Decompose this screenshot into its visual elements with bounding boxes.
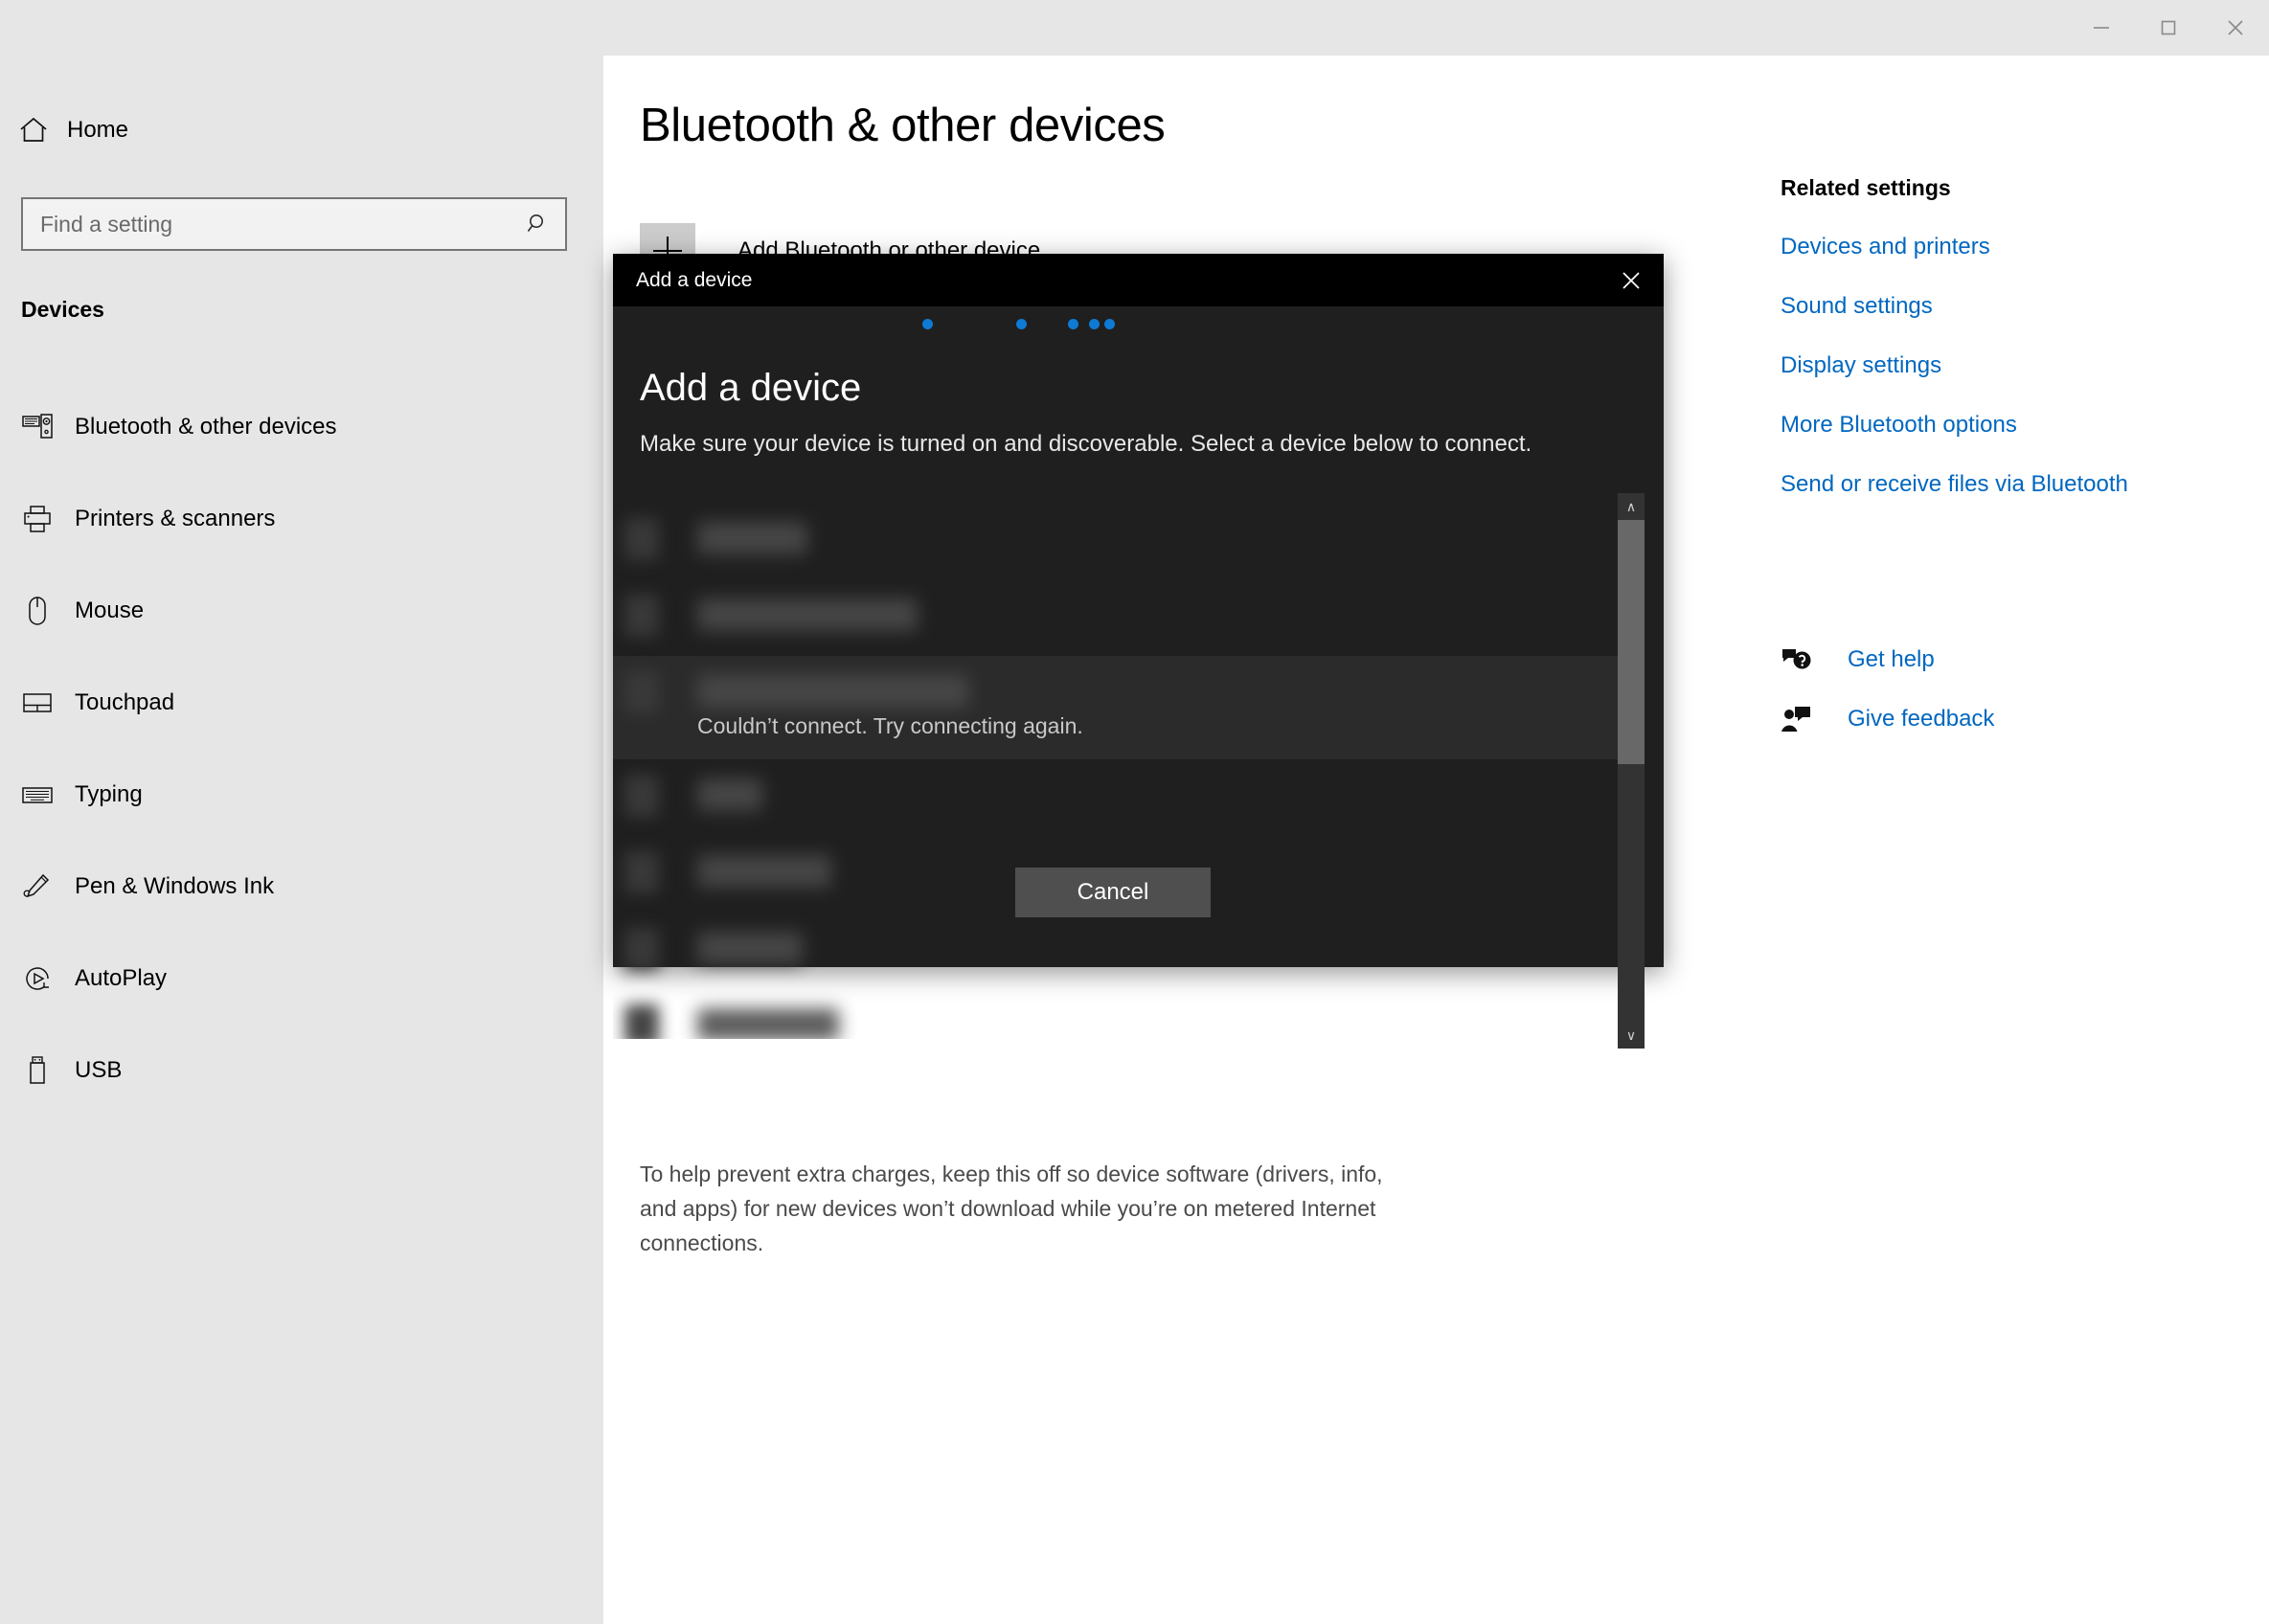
get-help-label: Get help	[1848, 646, 1935, 672]
window-controls	[2068, 0, 2269, 56]
help-links: Get help Give feedback	[1781, 640, 2231, 758]
device-list-item[interactable]	[613, 759, 1618, 836]
close-icon	[1622, 271, 1640, 289]
keyboard-icon	[0, 778, 75, 811]
sidebar-item-label: USB	[75, 1057, 123, 1083]
device-list-item[interactable]	[613, 579, 1618, 656]
sidebar-item-printers-scanners[interactable]: Printers & scanners	[0, 473, 603, 565]
device-name-redacted	[697, 675, 968, 708]
progress-dot	[1089, 319, 1100, 329]
add-a-device-dialog: Add a device Add a device Make sure your…	[613, 254, 1664, 1049]
autoplay-icon	[0, 962, 75, 995]
sidebar-item-label: Touchpad	[75, 689, 175, 715]
sidebar-item-autoplay[interactable]: AutoPlay	[0, 933, 603, 1025]
maximize-button[interactable]	[2135, 0, 2202, 56]
sidebar-item-home-label: Home	[67, 117, 129, 143]
sidebar-item-home[interactable]: Home	[0, 101, 603, 160]
minimize-icon	[2094, 27, 2109, 29]
maximize-icon	[2161, 20, 2176, 35]
close-button[interactable]	[2202, 0, 2269, 56]
sidebar-item-label: Printers & scanners	[75, 506, 276, 531]
link-sound-settings[interactable]: Sound settings	[1781, 293, 2231, 320]
link-more-bluetooth-options[interactable]: More Bluetooth options	[1781, 412, 2231, 439]
dialog-subtitle: Make sure your device is turned on and d…	[640, 431, 1532, 457]
device-icon	[624, 518, 659, 560]
device-icon	[624, 1004, 659, 1039]
search-icon[interactable]	[511, 211, 565, 237]
device-icon	[624, 775, 659, 817]
link-display-settings[interactable]: Display settings	[1781, 352, 2231, 379]
dialog-close-button[interactable]	[1599, 254, 1664, 306]
usb-icon	[0, 1054, 75, 1087]
progress-dot	[1068, 319, 1078, 329]
device-name-redacted	[697, 598, 918, 631]
progress-dot	[922, 319, 933, 329]
help-bubble-icon	[1781, 645, 1823, 674]
dialog-titlebar-label: Add a device	[636, 269, 753, 291]
dialog-heading: Add a device	[640, 367, 862, 409]
sidebar: Home Devices	[0, 0, 603, 1624]
feedback-person-icon	[1781, 705, 1823, 733]
device-icon	[624, 595, 659, 637]
device-icon	[624, 671, 659, 713]
close-icon	[2228, 20, 2243, 35]
device-status-message: Couldn’t connect. Try connecting again.	[697, 713, 1083, 738]
device-name-redacted	[697, 522, 807, 554]
link-send-receive-files-bluetooth[interactable]: Send or receive files via Bluetooth	[1781, 471, 2231, 498]
related-settings-panel: Related settings Devices and printers So…	[1781, 175, 2231, 498]
get-help-button[interactable]: Get help	[1781, 640, 2231, 680]
sidebar-item-typing[interactable]: Typing	[0, 749, 603, 841]
settings-window: Settings	[0, 0, 2269, 1624]
touchpad-icon	[0, 687, 75, 719]
progress-dot	[1104, 319, 1115, 329]
sidebar-item-touchpad[interactable]: Touchpad	[0, 657, 603, 749]
bluetooth-devices-icon	[0, 411, 75, 443]
sidebar-item-label: AutoPlay	[75, 965, 168, 991]
progress-dot	[1016, 319, 1027, 329]
cancel-button[interactable]: Cancel	[1015, 868, 1211, 917]
device-list-item-selected[interactable]: Couldn’t connect. Try connecting again.	[613, 656, 1618, 759]
minimize-button[interactable]	[2068, 0, 2135, 56]
sidebar-item-label: Typing	[75, 781, 143, 807]
device-name-redacted	[697, 1008, 839, 1039]
scroll-up-arrow-icon[interactable]: ∧	[1618, 493, 1645, 520]
metered-connection-note: To help prevent extra charges, keep this…	[640, 1162, 1383, 1255]
give-feedback-label: Give feedback	[1848, 706, 1995, 732]
sidebar-item-pen-windows-ink[interactable]: Pen & Windows Ink	[0, 841, 603, 933]
related-settings-title: Related settings	[1781, 175, 1951, 200]
device-list-item[interactable]	[613, 503, 1618, 579]
page-title: Bluetooth & other devices	[640, 100, 1166, 151]
sidebar-item-label: Bluetooth & other devices	[75, 414, 337, 440]
sidebar-item-mouse[interactable]: Mouse	[0, 565, 603, 657]
dialog-titlebar: Add a device	[613, 254, 1664, 306]
scrollbar-thumb[interactable]	[1618, 520, 1645, 764]
sidebar-item-label: Mouse	[75, 598, 145, 623]
sidebar-item-bluetooth-other-devices[interactable]: Bluetooth & other devices	[0, 381, 603, 473]
home-icon	[0, 114, 67, 147]
sidebar-item-usb[interactable]: USB	[0, 1025, 603, 1116]
sidebar-nav-list: Bluetooth & other devices Printers & sca…	[0, 381, 603, 1116]
pen-icon	[0, 870, 75, 903]
search-box[interactable]	[21, 197, 567, 251]
device-list-item[interactable]	[613, 989, 1618, 1039]
give-feedback-button[interactable]: Give feedback	[1781, 699, 2231, 739]
progress-dots	[613, 306, 1664, 335]
sidebar-group-title: Devices	[21, 297, 104, 322]
device-name-redacted	[697, 778, 762, 811]
dialog-footer: Cancel	[613, 852, 1664, 967]
scroll-down-arrow-icon[interactable]: ∨	[1618, 1022, 1645, 1049]
search-input[interactable]	[23, 211, 511, 237]
mouse-icon	[0, 595, 75, 627]
printer-icon	[0, 503, 75, 535]
link-devices-and-printers[interactable]: Devices and printers	[1781, 234, 2231, 260]
sidebar-item-label: Pen & Windows Ink	[75, 873, 275, 899]
